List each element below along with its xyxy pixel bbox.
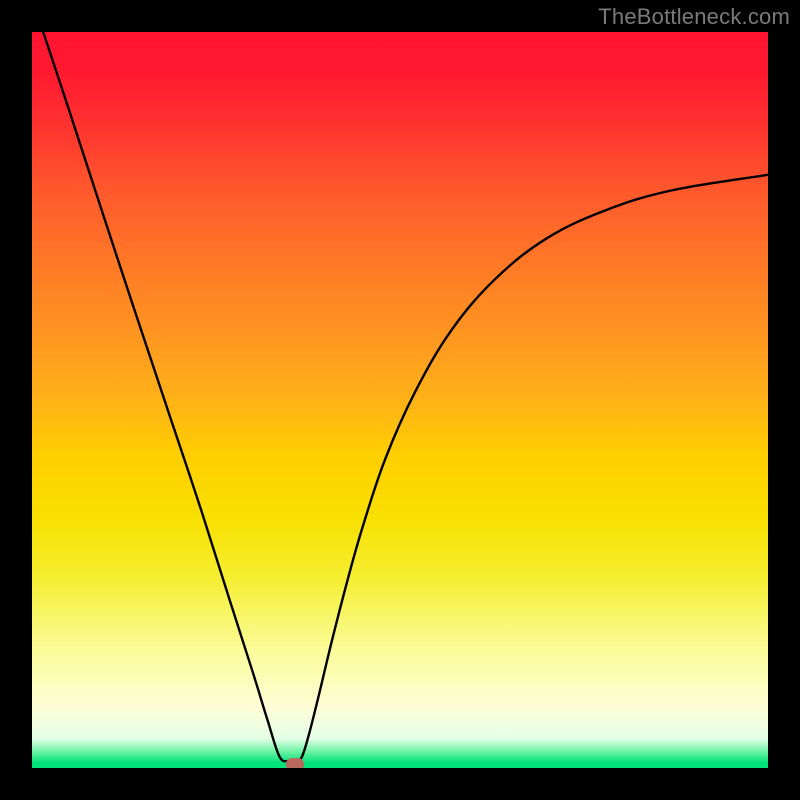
watermark-text: TheBottleneck.com	[598, 4, 790, 30]
chart-frame: TheBottleneck.com	[0, 0, 800, 800]
optimal-point-marker	[286, 758, 304, 768]
bottleneck-curve	[32, 32, 768, 768]
plot-area	[32, 32, 768, 768]
